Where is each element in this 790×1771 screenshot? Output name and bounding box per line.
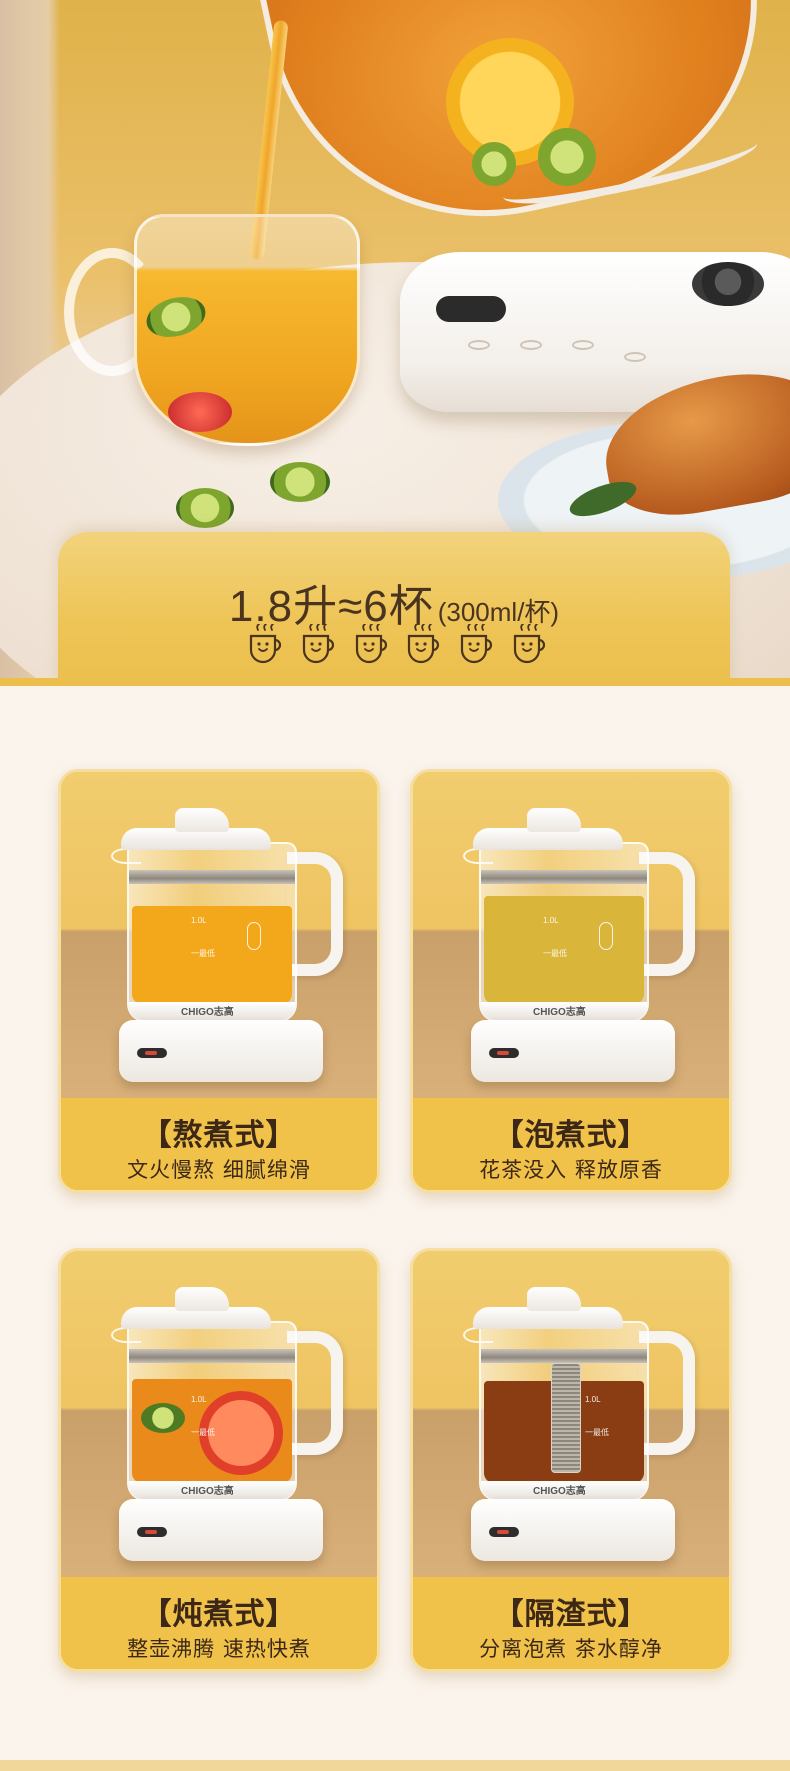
base-button-icon (572, 340, 594, 350)
scale-low: 一最低 (543, 949, 567, 958)
mode-description: 整壶沸腾 速热快煮 (127, 1637, 311, 1661)
smiling-cup-icon (354, 623, 390, 664)
mode-card-stew: CHIGO志高 1.0L 一最低 【炖煮式】 整壶沸腾 速热快煮 (58, 1248, 380, 1672)
capacity-note: (300ml/杯) (437, 597, 560, 627)
lime-half (270, 462, 330, 502)
tea-infuser (551, 1363, 581, 1473)
kettle-lid-knob (527, 808, 581, 832)
kettle-body: CHIGO志高 1.0L 一最低 (479, 1321, 649, 1501)
kettle-illustration: CHIGO志高 1.0L 一最低 (461, 802, 701, 1082)
kettle-lid-knob (175, 1287, 229, 1311)
kettle-brand: CHIGO志高 (181, 1486, 234, 1497)
scale-top: 1.0L (543, 916, 559, 925)
kettle-foot: CHIGO志高 (481, 1002, 647, 1020)
smiling-cup-icon (301, 623, 337, 664)
kettle-lid-knob (527, 1287, 581, 1311)
scale-low: 一最低 (585, 1428, 609, 1437)
kettle-band (129, 1349, 295, 1363)
strawberry (168, 392, 232, 432)
mode-card-filter: CHIGO志高 1.0L 一最低 【隔渣式】 分离泡煮 茶水醇净 (410, 1248, 732, 1672)
scale-top: 1.0L (191, 1395, 207, 1404)
kettle-spout (463, 848, 493, 864)
mode-photo: CHIGO志高 1.0L 一最低 (61, 1251, 377, 1577)
scale-ring (247, 922, 261, 950)
kettle-base (119, 1020, 323, 1082)
mode-photo: CHIGO志高 1.0L 一最低 (413, 1251, 729, 1577)
kettle-spout (463, 1327, 493, 1343)
mode-description: 分离泡煮 茶水醇净 (479, 1637, 663, 1661)
base-display (137, 1527, 167, 1537)
kettle-foot: CHIGO志高 (129, 1002, 295, 1020)
hero-divider (0, 678, 790, 686)
kettle-band (481, 1349, 647, 1363)
scale-low: 一最低 (191, 949, 215, 958)
mode-labels: 【泡煮式】 花茶没入 释放原香 (413, 1098, 729, 1190)
smiling-cup-icon (248, 623, 284, 664)
base-button-icon (468, 340, 490, 350)
kettle-illustration: CHIGO志高 1.0L 一最低 (461, 1281, 701, 1561)
product-detail-page: 1.8升≈6杯 (300ml/杯) CHIGO志高 1.0L 一最低 【熬煮式】… (0, 0, 790, 1771)
kettle-spout (111, 1327, 141, 1343)
kettle-body: CHIGO志高 1.0L 一最低 (127, 842, 297, 1022)
scale-top: 1.0L (585, 1395, 601, 1404)
base-display (489, 1527, 519, 1537)
mode-title: 【泡煮式】 (493, 1118, 649, 1153)
kettle-band (129, 870, 295, 884)
kettle-brand: CHIGO志高 (533, 1007, 586, 1018)
lime-slice (141, 1403, 185, 1433)
scale-top: 1.0L (191, 916, 207, 925)
mode-description: 花茶没入 释放原香 (479, 1158, 663, 1182)
lime-fruit (472, 142, 516, 186)
bottom-band (0, 1760, 790, 1771)
kettle-foot: CHIGO志高 (481, 1481, 647, 1499)
kettle-lid-knob (175, 808, 229, 832)
base-button-icon (520, 340, 542, 350)
capacity-banner: 1.8升≈6杯 (300ml/杯) (58, 532, 730, 686)
kettle-brand: CHIGO志高 (181, 1007, 234, 1018)
scale-ring (599, 922, 613, 950)
mode-title: 【炖煮式】 (141, 1597, 297, 1632)
mode-labels: 【熬煮式】 文火慢熬 细腻绵滑 (61, 1098, 377, 1190)
kettle-illustration: CHIGO志高 1.0L 一最低 (109, 802, 349, 1082)
mode-card-simmer: CHIGO志高 1.0L 一最低 【熬煮式】 文火慢熬 细腻绵滑 (58, 769, 380, 1193)
mode-card-steep: CHIGO志高 1.0L 一最低 【泡煮式】 花茶没入 释放原香 (410, 769, 732, 1193)
mode-photo: CHIGO志高 1.0L 一最低 (61, 772, 377, 1098)
kettle-base (119, 1499, 323, 1561)
mode-photo: CHIGO志高 1.0L 一最低 (413, 772, 729, 1098)
kettle-base (471, 1020, 675, 1082)
cup-icons-row (248, 623, 548, 670)
base-button-icon (624, 352, 646, 362)
kettle-brand: CHIGO志高 (533, 1486, 586, 1497)
kettle-body: CHIGO志高 1.0L 一最低 (479, 842, 649, 1022)
kettle-base (471, 1499, 675, 1561)
base-display (436, 296, 506, 322)
smiling-cup-icon (512, 623, 548, 664)
base-display (489, 1048, 519, 1058)
scale-low: 一最低 (191, 1428, 215, 1437)
lime-half (176, 488, 234, 528)
mode-labels: 【炖煮式】 整壶沸腾 速热快煮 (61, 1577, 377, 1669)
smiling-cup-icon (459, 623, 495, 664)
kettle-spout (111, 848, 141, 864)
mode-title: 【熬煮式】 (141, 1118, 297, 1153)
smiling-cup-icon (406, 623, 442, 664)
kettle-band (481, 870, 647, 884)
hero-image: 1.8升≈6杯 (300ml/杯) (0, 0, 790, 686)
base-knob (692, 262, 764, 306)
kettle-illustration: CHIGO志高 1.0L 一最低 (109, 1281, 349, 1561)
kettle-foot: CHIGO志高 (129, 1481, 295, 1499)
mode-title: 【隔渣式】 (493, 1597, 649, 1632)
mode-description: 文火慢熬 细腻绵滑 (127, 1158, 311, 1182)
kettle-body: CHIGO志高 1.0L 一最低 (127, 1321, 297, 1501)
base-display (137, 1048, 167, 1058)
mode-labels: 【隔渣式】 分离泡煮 茶水醇净 (413, 1577, 729, 1669)
